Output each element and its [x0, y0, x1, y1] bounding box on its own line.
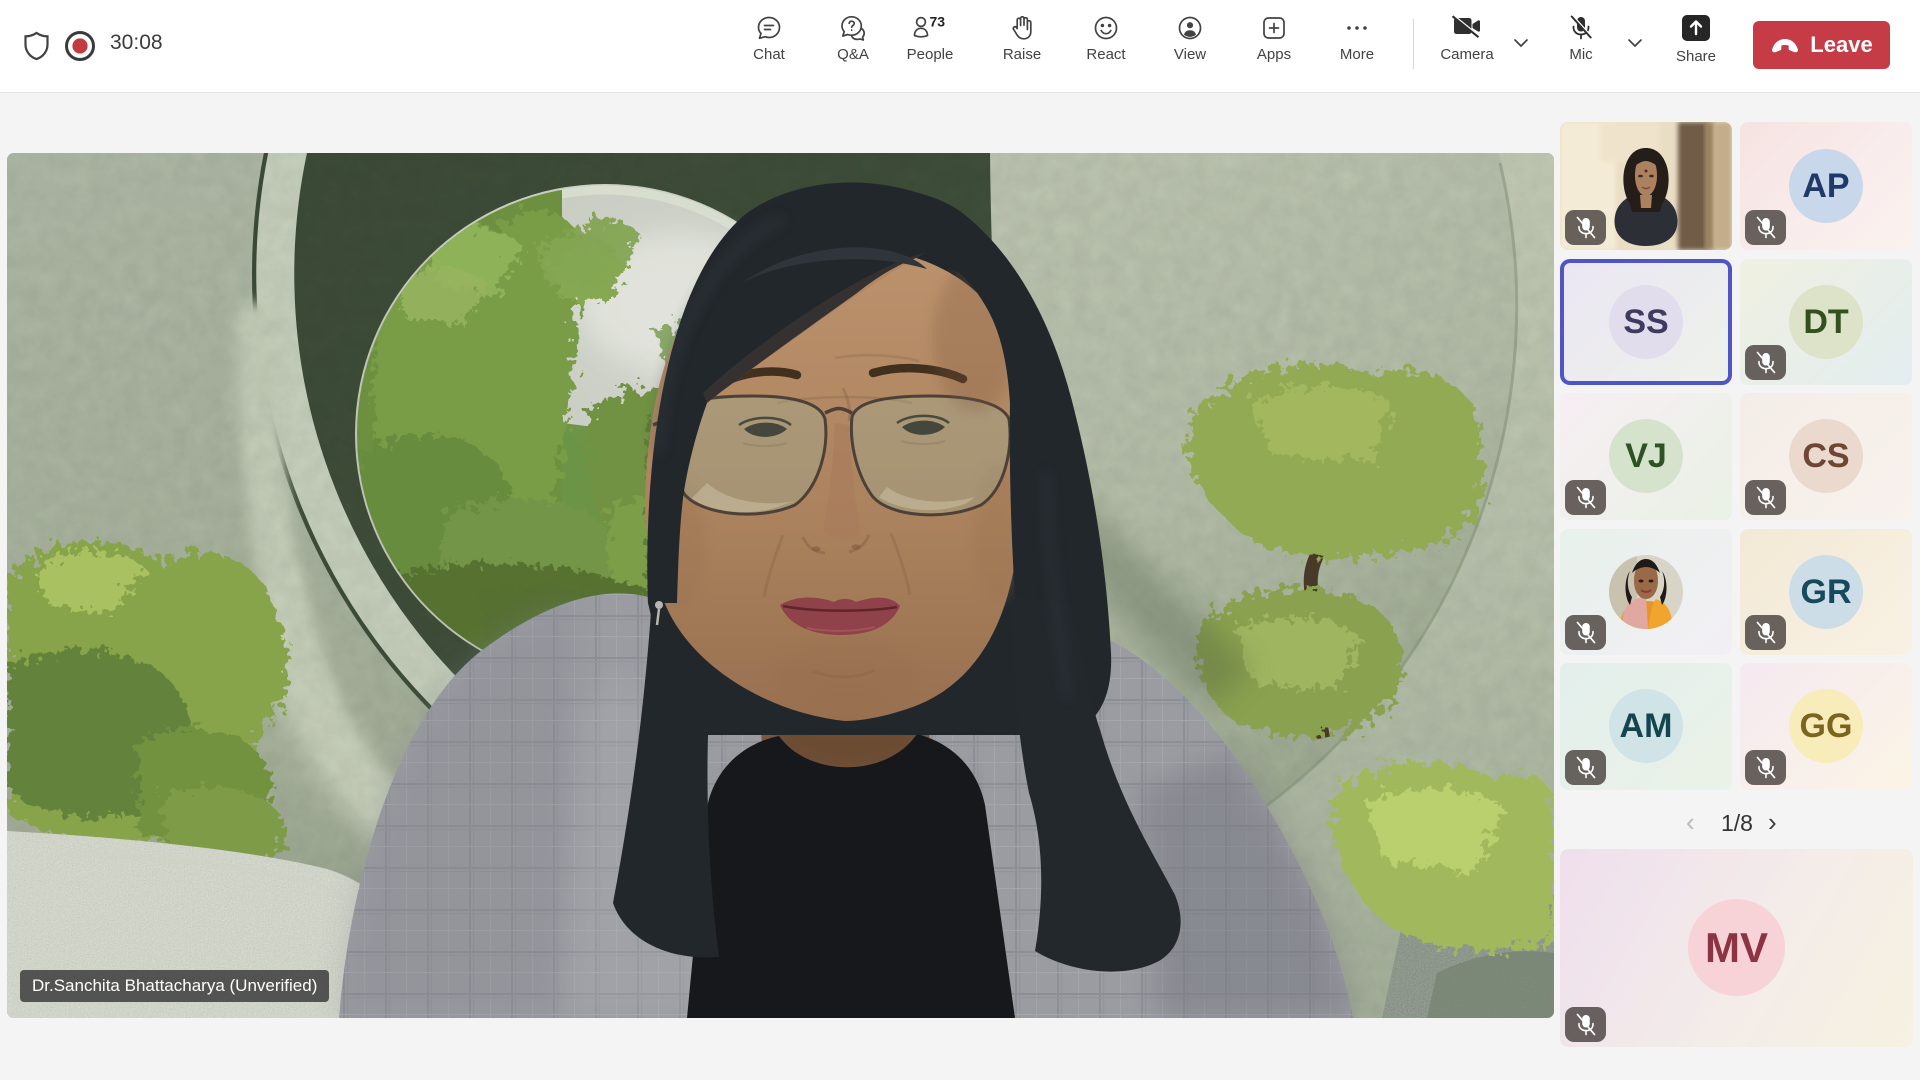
svg-text:73: 73 [930, 14, 946, 30]
